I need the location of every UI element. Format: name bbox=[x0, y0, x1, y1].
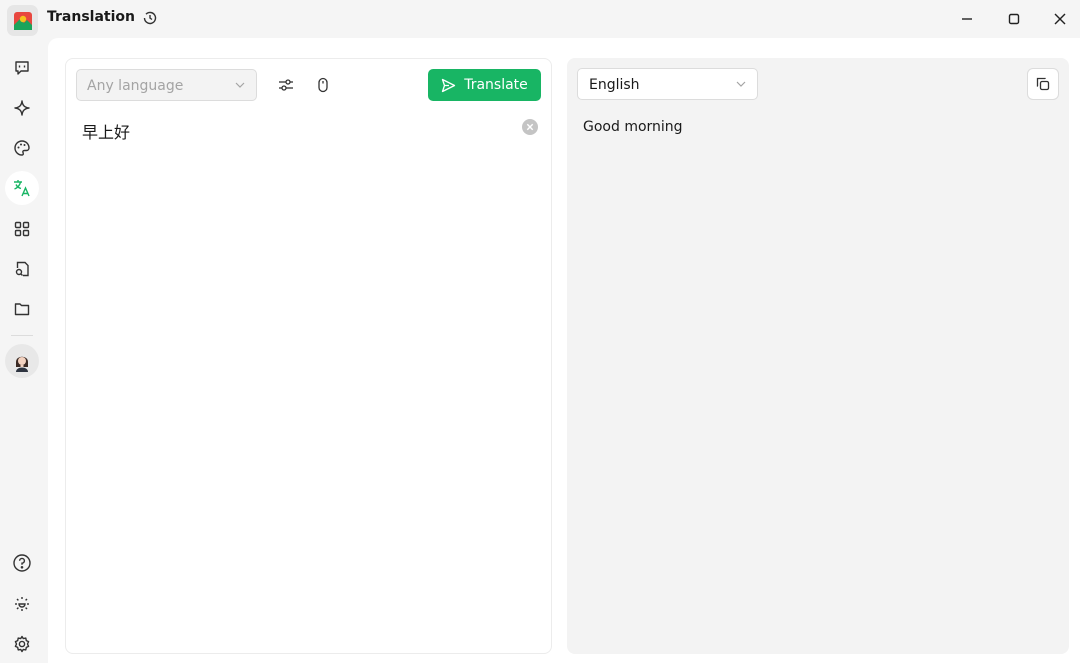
avatar[interactable] bbox=[5, 344, 39, 378]
chat-icon bbox=[15, 61, 29, 75]
target-language-select[interactable]: English bbox=[577, 68, 758, 100]
sidebar-item-files[interactable] bbox=[5, 252, 39, 286]
theme-icon[interactable] bbox=[5, 587, 39, 621]
settings-icon[interactable] bbox=[5, 627, 39, 661]
translate-icon bbox=[14, 180, 30, 197]
source-panel: Any language Translate 早上好 bbox=[65, 58, 552, 654]
maximize-icon[interactable] bbox=[1003, 8, 1025, 30]
source-language-select[interactable]: Any language bbox=[76, 69, 257, 101]
sidebar-item-translate[interactable] bbox=[5, 171, 39, 205]
palette-icon bbox=[14, 140, 30, 156]
sidebar-item-assistant[interactable] bbox=[5, 91, 39, 125]
copy-button[interactable] bbox=[1027, 68, 1059, 100]
app-logo-icon[interactable] bbox=[7, 5, 38, 36]
file-search-icon bbox=[15, 261, 29, 277]
minimize-icon[interactable] bbox=[956, 8, 978, 30]
grid-icon bbox=[14, 221, 30, 237]
folder-icon bbox=[14, 303, 30, 316]
sidebar-item-folder[interactable] bbox=[5, 292, 39, 326]
send-icon bbox=[442, 78, 456, 92]
sidebar-item-painting[interactable] bbox=[5, 131, 39, 165]
help-icon[interactable] bbox=[5, 546, 39, 580]
copy-icon bbox=[1036, 77, 1050, 91]
sidebar-divider bbox=[11, 335, 33, 336]
title-bar: Translation bbox=[0, 0, 1080, 38]
source-text-input[interactable]: 早上好 bbox=[82, 119, 130, 143]
sparkle-icon bbox=[14, 100, 30, 116]
sidebar-item-chat[interactable] bbox=[5, 51, 39, 85]
translate-button-label: Translate bbox=[464, 77, 528, 93]
clear-icon[interactable] bbox=[522, 119, 538, 135]
chevron-down-icon bbox=[735, 78, 747, 94]
app-title: Translation bbox=[47, 9, 135, 25]
translation-output: Good morning bbox=[583, 119, 683, 135]
target-panel: English Good morning bbox=[567, 58, 1069, 654]
options-icon[interactable] bbox=[275, 74, 297, 96]
sidebar bbox=[0, 38, 46, 663]
chevron-down-icon bbox=[234, 79, 246, 95]
sidebar-item-apps[interactable] bbox=[5, 212, 39, 246]
close-icon[interactable] bbox=[1049, 8, 1071, 30]
target-language-label: English bbox=[589, 77, 640, 93]
source-language-label: Any language bbox=[87, 78, 184, 94]
mouse-icon[interactable] bbox=[312, 74, 334, 96]
translate-button[interactable]: Translate bbox=[428, 69, 541, 101]
main-area: Any language Translate 早上好 English Good … bbox=[48, 38, 1080, 663]
history-icon[interactable] bbox=[140, 8, 160, 28]
